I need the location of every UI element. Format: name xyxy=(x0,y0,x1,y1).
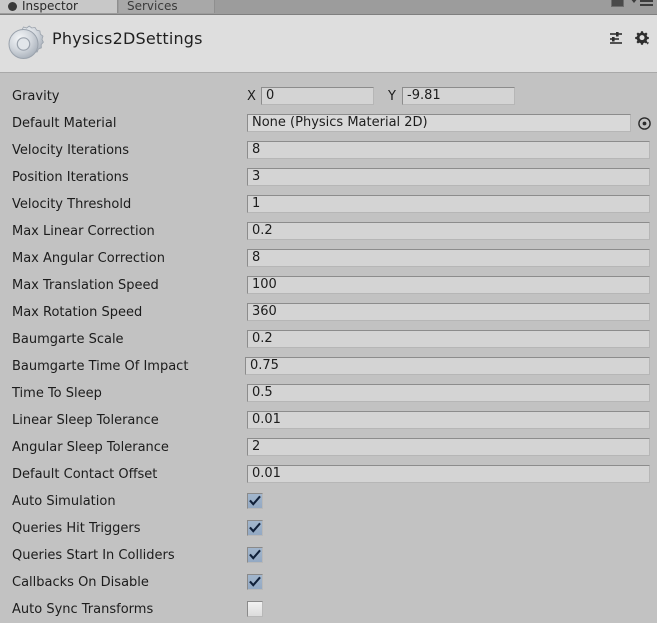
property-label: Angular Sleep Tolerance xyxy=(12,440,169,455)
linear-sleep-tolerance-input[interactable]: 0.01 xyxy=(247,411,650,429)
property-row-velocity-iterations: Velocity Iterations 8 xyxy=(0,137,657,164)
max-rotation-speed-input[interactable]: 360 xyxy=(247,303,650,321)
property-label: Time To Sleep xyxy=(12,386,102,401)
inspector-window: Inspector Services Physics2DSettings Gra… xyxy=(0,0,657,617)
tab-services-label: Services xyxy=(127,0,178,13)
property-label: Max Translation Speed xyxy=(12,278,159,293)
tab-services[interactable]: Services xyxy=(119,0,215,13)
property-label: Velocity Iterations xyxy=(12,143,130,158)
property-row-callbacks-on-disable: Callbacks On Disable xyxy=(0,569,657,596)
queries-hit-triggers-checkbox[interactable] xyxy=(247,520,263,536)
time-to-sleep-input[interactable]: 0.5 xyxy=(247,384,650,402)
max-translation-speed-input[interactable]: 100 xyxy=(247,276,650,294)
object-picker-icon[interactable] xyxy=(638,117,651,130)
property-row-angular-sleep-tolerance: Angular Sleep Tolerance 2 xyxy=(0,434,657,461)
property-label: Auto Simulation xyxy=(12,494,116,509)
lock-icon[interactable] xyxy=(611,0,624,7)
tab-inspector-label: Inspector xyxy=(22,0,78,13)
property-label: Position Iterations xyxy=(12,170,129,185)
baumgarte-scale-input[interactable]: 0.2 xyxy=(247,330,650,348)
axis-x-label: X xyxy=(247,89,256,104)
angular-sleep-tolerance-input[interactable]: 2 xyxy=(247,438,650,456)
header-tools xyxy=(608,30,650,46)
property-row-gravity: Gravity X 0 Y -9.81 xyxy=(0,83,657,110)
property-label: Queries Hit Triggers xyxy=(12,521,141,536)
inspector-icon xyxy=(8,2,17,11)
property-label: Linear Sleep Tolerance xyxy=(12,413,159,428)
property-row-linear-sleep-tolerance: Linear Sleep Tolerance 0.01 xyxy=(0,407,657,434)
property-label: Velocity Threshold xyxy=(12,197,132,212)
velocity-threshold-input[interactable]: 1 xyxy=(247,195,650,213)
property-label: Baumgarte Time Of Impact xyxy=(12,359,189,374)
inspector-header: Physics2DSettings xyxy=(0,15,657,73)
property-row-max-angular-correction: Max Angular Correction 8 xyxy=(0,245,657,272)
tab-inspector[interactable]: Inspector xyxy=(0,0,118,13)
default-material-object-field[interactable]: None (Physics Material 2D) xyxy=(247,114,631,132)
hamburger-menu-icon[interactable] xyxy=(630,0,653,6)
property-row-position-iterations: Position Iterations 3 xyxy=(0,164,657,191)
property-row-time-to-sleep: Time To Sleep 0.5 xyxy=(0,380,657,407)
gear-dropdown-icon[interactable] xyxy=(634,30,650,46)
property-row-default-material: Default Material None (Physics Material … xyxy=(0,110,657,137)
tab-bar: Inspector Services xyxy=(0,0,657,15)
property-row-queries-start-in-colliders: Queries Start In Colliders xyxy=(0,542,657,569)
property-row-max-rotation-speed: Max Rotation Speed 360 xyxy=(0,299,657,326)
axis-y-label: Y xyxy=(388,89,396,104)
auto-sync-transforms-checkbox[interactable] xyxy=(247,601,263,617)
max-angular-correction-input[interactable]: 8 xyxy=(247,249,650,267)
presets-sliders-icon[interactable] xyxy=(608,30,624,46)
property-row-max-translation-speed: Max Translation Speed 100 xyxy=(0,272,657,299)
property-label: Queries Start In Colliders xyxy=(12,548,175,563)
properties-list: Gravity X 0 Y -9.81 Default Material Non… xyxy=(0,73,657,617)
gravity-x-input[interactable]: 0 xyxy=(261,87,374,105)
velocity-iterations-input[interactable]: 8 xyxy=(247,141,650,159)
tab-bar-controls xyxy=(611,0,653,7)
callbacks-on-disable-checkbox[interactable] xyxy=(247,574,263,590)
chevron-down-icon xyxy=(630,0,638,3)
baumgarte-time-of-impact-input[interactable]: 0.75 xyxy=(245,357,650,375)
property-label: Max Rotation Speed xyxy=(12,305,143,320)
page-title: Physics2DSettings xyxy=(52,29,203,48)
property-label: Default Contact Offset xyxy=(12,467,158,482)
property-label: Max Linear Correction xyxy=(12,224,155,239)
property-row-auto-sync-transforms: Auto Sync Transforms xyxy=(0,596,657,623)
queries-start-in-colliders-checkbox[interactable] xyxy=(247,547,263,563)
property-label: Max Angular Correction xyxy=(12,251,165,266)
gear-cog-icon xyxy=(4,24,44,64)
property-label: Auto Sync Transforms xyxy=(12,602,154,617)
gravity-y-input[interactable]: -9.81 xyxy=(402,87,515,105)
max-linear-correction-input[interactable]: 0.2 xyxy=(247,222,650,240)
property-label: Gravity xyxy=(12,89,60,104)
property-label: Default Material xyxy=(12,116,117,131)
property-row-baumgarte-scale: Baumgarte Scale 0.2 xyxy=(0,326,657,353)
property-label: Baumgarte Scale xyxy=(12,332,124,347)
property-row-velocity-threshold: Velocity Threshold 1 xyxy=(0,191,657,218)
default-contact-offset-input[interactable]: 0.01 xyxy=(247,465,650,483)
property-row-default-contact-offset: Default Contact Offset 0.01 xyxy=(0,461,657,488)
property-row-max-linear-correction: Max Linear Correction 0.2 xyxy=(0,218,657,245)
property-row-baumgarte-time-of-impact: Baumgarte Time Of Impact 0.75 xyxy=(0,353,657,380)
position-iterations-input[interactable]: 3 xyxy=(247,168,650,186)
property-row-auto-simulation: Auto Simulation xyxy=(0,488,657,515)
auto-simulation-checkbox[interactable] xyxy=(247,493,263,509)
property-label: Callbacks On Disable xyxy=(12,575,149,590)
property-row-queries-hit-triggers: Queries Hit Triggers xyxy=(0,515,657,542)
